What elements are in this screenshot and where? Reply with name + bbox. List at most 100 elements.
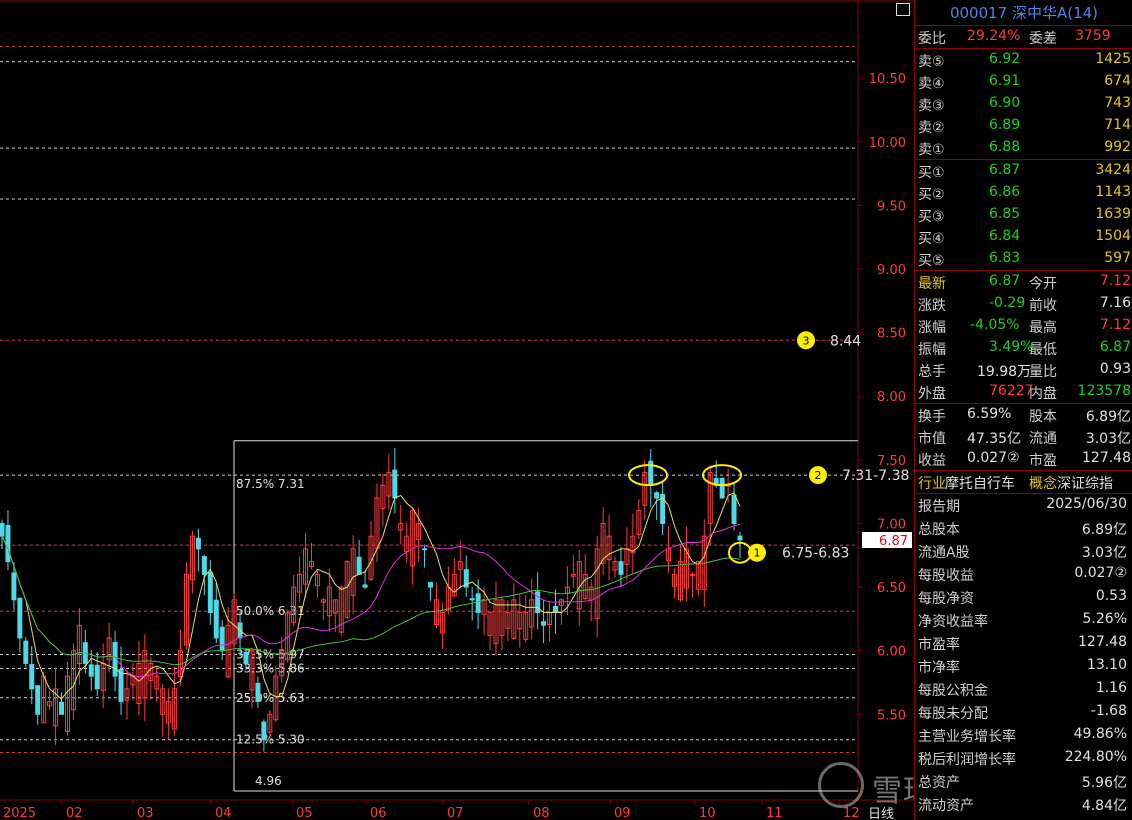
fib-label: 50.0% 6.31 xyxy=(236,604,305,618)
fib-label: 4.96 xyxy=(255,774,282,788)
maximize-icon[interactable] xyxy=(896,3,910,16)
finance-value: 3.03亿 xyxy=(1081,545,1127,561)
bid-row[interactable]: 买④ 6.84 1504 xyxy=(915,226,1132,248)
ask-row[interactable]: 卖③ 6.90 743 xyxy=(915,93,1132,115)
bid-volume: 597 xyxy=(1104,250,1131,266)
quote-label: 外盘 xyxy=(918,386,946,402)
fib-label: 87.5% 7.31 xyxy=(236,477,305,491)
ask-price: 6.90 xyxy=(989,95,1021,111)
finance-value: 4.84亿 xyxy=(1081,798,1127,814)
candle-body xyxy=(689,573,695,576)
diff-label: 委差 xyxy=(1029,31,1057,47)
kline-chart[interactable]: 10.50 10.00 9.50 9.00 8.50 8.00 7.50 7.00 6.50 6.… xyxy=(0,0,914,820)
quote-label: 涨幅 xyxy=(918,320,946,336)
bid-volume: 1504 xyxy=(1095,228,1131,244)
candle-body xyxy=(356,556,362,575)
x-tick-label: 06 xyxy=(370,806,387,820)
y-tick-label: 8.00 xyxy=(877,390,906,405)
finance-value: 13.10 xyxy=(1086,657,1127,673)
stock-title[interactable]: 000017 深中华A(14) xyxy=(915,0,1132,26)
stat-value: 3.03亿 xyxy=(1085,431,1131,447)
concept-label: 概念 xyxy=(1029,476,1057,492)
finance-value: 5.26% xyxy=(1082,611,1127,627)
ask-row[interactable]: 卖① 6.88 992 xyxy=(915,137,1132,159)
ask-volume: 992 xyxy=(1104,139,1131,155)
candle-body xyxy=(23,640,29,664)
bid-volume: 3424 xyxy=(1095,162,1131,178)
candle-body xyxy=(428,582,434,588)
industry-label: 行业 xyxy=(918,476,946,492)
bid-row[interactable]: 买① 6.87 3424 xyxy=(915,160,1132,182)
ask-price: 6.91 xyxy=(989,73,1021,89)
quote-label: 振幅 xyxy=(918,342,946,358)
bid-row[interactable]: 买③ 6.85 1639 xyxy=(915,204,1132,226)
y-tick-label: 6.50 xyxy=(877,581,906,596)
ratio-value: 29.24% xyxy=(967,28,1021,44)
finance-label: 报告期 xyxy=(918,499,960,515)
ask-row[interactable]: 卖② 6.89 714 xyxy=(915,115,1132,137)
finance-label: 净资收益率 xyxy=(918,614,988,630)
bid-row[interactable]: 买② 6.86 1143 xyxy=(915,182,1132,204)
quote-value: 3.49% xyxy=(989,339,1034,355)
finance-label: 每股收益 xyxy=(918,568,974,584)
ask-volume: 674 xyxy=(1104,73,1131,89)
candle-body xyxy=(422,548,428,551)
stat-label: 市值 xyxy=(918,431,946,447)
quote-value: -4.05% xyxy=(970,317,1020,333)
ask-label: 卖③ xyxy=(918,98,945,114)
candle-body xyxy=(201,556,207,575)
x-tick-label: 08 xyxy=(533,806,550,820)
x-tick-label: 07 xyxy=(447,806,464,820)
finance-value: 5.96亿 xyxy=(1081,775,1127,791)
bid-row[interactable]: 买⑤ 6.83 597 xyxy=(915,248,1132,270)
annotation-number: 3 xyxy=(803,334,810,347)
candle-body xyxy=(553,605,558,614)
candle-body xyxy=(737,535,743,541)
x-tick-label: 11 xyxy=(766,806,783,820)
quote-value: 7.12 xyxy=(1099,273,1131,289)
candle-body xyxy=(0,522,5,537)
ask-label: 卖⑤ xyxy=(918,54,945,70)
quote-value: 76227 xyxy=(989,383,1034,399)
candle-body xyxy=(59,701,65,715)
ask-row[interactable]: 卖⑤ 6.92 1425 xyxy=(915,49,1132,71)
quote-value: 6.87 xyxy=(1099,339,1131,355)
y-tick-label: 9.00 xyxy=(877,263,906,278)
bid-volume: 1143 xyxy=(1095,184,1131,200)
candle-body xyxy=(719,478,725,499)
candle-body xyxy=(118,669,124,703)
stat-value: 127.48 xyxy=(1082,450,1131,466)
x-tick-label: 04 xyxy=(215,806,232,820)
candle-body xyxy=(94,664,100,690)
bid-price: 6.84 xyxy=(989,228,1021,244)
candle-body xyxy=(475,593,481,614)
finance-value: 224.80% xyxy=(1064,749,1127,765)
finance-label: 每股净资 xyxy=(918,591,974,607)
finance-value: 0.027② xyxy=(1074,565,1127,581)
ask-price: 6.89 xyxy=(989,117,1021,133)
quote-value: 7.16 xyxy=(1099,295,1131,311)
ask-row[interactable]: 卖④ 6.91 674 xyxy=(915,71,1132,93)
fib-label: 12.5% 5.30 xyxy=(236,733,305,747)
ask-label: 卖① xyxy=(918,142,945,158)
finance-label: 流通A股 xyxy=(918,545,970,561)
bid-price: 6.86 xyxy=(989,184,1021,200)
ratio-label: 委比 xyxy=(918,31,946,47)
y-tick-label: 7.00 xyxy=(877,517,906,532)
finance-label: 主营业务增长率 xyxy=(918,729,1016,745)
quote-value: -0.29 xyxy=(989,295,1026,311)
quote-label: 涨跌 xyxy=(918,298,946,314)
finance-label: 总股本 xyxy=(918,522,960,538)
annotation-text: 7.31-7.38 xyxy=(842,468,909,484)
candle-body xyxy=(255,682,261,703)
x-tick-label: 10 xyxy=(699,806,716,820)
ask-label: 卖② xyxy=(918,120,945,136)
bid-price: 6.85 xyxy=(989,206,1021,222)
candle-body xyxy=(29,664,35,690)
candle-body xyxy=(5,524,11,563)
x-tick-label: 02 xyxy=(66,806,83,820)
ask-volume: 743 xyxy=(1104,95,1131,111)
candle-body xyxy=(11,572,17,601)
y-tick-label: 9.50 xyxy=(877,199,906,214)
bid-label: 买③ xyxy=(918,209,945,225)
